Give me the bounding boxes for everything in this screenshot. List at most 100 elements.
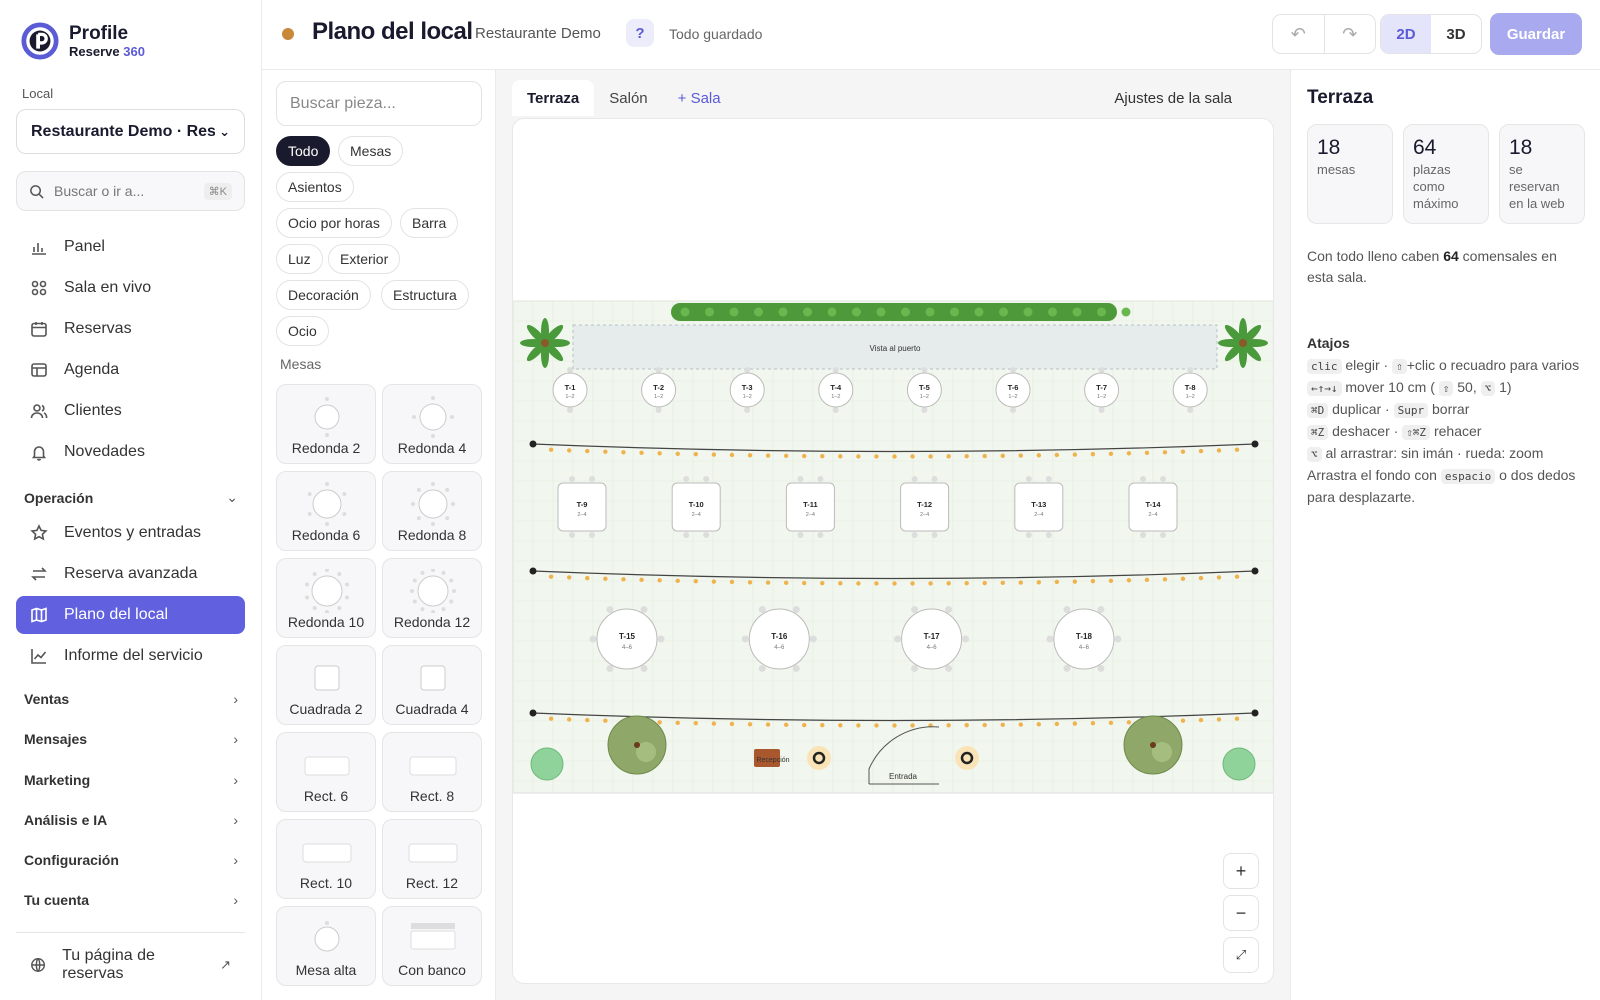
table-t-13[interactable]: T-13 2–4 xyxy=(1014,476,1064,538)
table-t-14[interactable]: T-14 2–4 xyxy=(1128,476,1178,538)
undo-button[interactable]: ↶ xyxy=(1273,15,1324,53)
view-3d-button[interactable]: 3D xyxy=(1431,15,1481,53)
light-bulb xyxy=(982,580,987,586)
piece-card[interactable]: Redonda 8 xyxy=(382,471,482,551)
chair xyxy=(1010,407,1016,413)
sidebar-group-analisis[interactable]: Análisis e IA › xyxy=(24,812,238,828)
page-subtitle: Restaurante Demo xyxy=(475,25,601,42)
sidebar-item-agenda[interactable]: Agenda xyxy=(16,351,245,389)
stat-card-web: 18 se reservan en la web xyxy=(1499,124,1585,224)
add-room-tab[interactable]: + Sala xyxy=(663,80,736,116)
table-t-12[interactable]: T-12 2–4 xyxy=(900,476,950,538)
piece-card[interactable]: Redonda 2 xyxy=(276,384,376,464)
stat-label: se reservan en la web xyxy=(1509,162,1565,211)
tab-salon[interactable]: Salón xyxy=(594,80,662,116)
floor-plan[interactable]: Vista al puerto T-1 1–2 T-2 1–2 T-3 1–2 T-4 1–2 T… xyxy=(513,119,1274,984)
grid-icon xyxy=(31,280,47,296)
sidebar-group-ventas[interactable]: Ventas › xyxy=(24,691,238,707)
brand[interactable]: Profile Reserve 360 xyxy=(21,22,145,60)
search-icon xyxy=(30,184,44,199)
piece-card[interactable]: Mesa alta xyxy=(276,906,376,986)
piece-card[interactable]: Redonda 10 xyxy=(276,558,376,638)
table-t-11[interactable]: T-11 2–4 xyxy=(785,476,835,538)
light-bulb xyxy=(946,723,951,728)
piece-card[interactable]: Rect. 6 xyxy=(276,732,376,812)
filter-chip[interactable]: Exterior xyxy=(328,244,401,274)
table-capacity: 1–2 xyxy=(743,394,752,400)
piece-card[interactable]: Rect. 10 xyxy=(276,819,376,899)
light-bulb xyxy=(1234,574,1240,579)
table-capacity: 1–2 xyxy=(1097,394,1106,400)
piece-card[interactable]: Redonda 12 xyxy=(382,558,482,638)
shortcut-text: deshacer · xyxy=(1332,423,1399,439)
filter-chip[interactable]: Asientos xyxy=(276,172,354,202)
piece-card[interactable]: Rect. 12 xyxy=(382,819,482,899)
light-bulb xyxy=(1072,721,1078,726)
local-select[interactable]: Restaurante Demo · Restaurante Demo ⌄ xyxy=(16,109,245,154)
table-t-10[interactable]: T-10 2–4 xyxy=(671,476,721,538)
sidebar-item-informe[interactable]: Informe del servicio xyxy=(16,637,245,675)
light-bulb xyxy=(820,723,825,728)
sidebar-item-eventos[interactable]: Eventos y entradas xyxy=(16,514,245,552)
chair xyxy=(1045,532,1052,538)
piece-search-input[interactable]: Buscar pieza... xyxy=(276,81,482,126)
light-bulb xyxy=(747,453,753,458)
sidebar-group-operacion[interactable]: Operación ⌄ xyxy=(24,489,238,506)
light-bulb xyxy=(1072,452,1078,457)
filter-chip[interactable]: Luz xyxy=(276,244,323,274)
filter-chip[interactable]: Decoración xyxy=(276,280,371,310)
chair xyxy=(589,532,595,538)
stat-label: plazas como máximo xyxy=(1413,162,1459,211)
help-button[interactable]: ? xyxy=(626,19,654,47)
sidebar-group-mensajes[interactable]: Mensajes › xyxy=(24,731,238,747)
table-id: T-10 xyxy=(689,500,704,509)
sidebar-item-reservas[interactable]: Reservas xyxy=(16,310,245,348)
sidebar-item-plano-del-local[interactable]: Plano del local xyxy=(16,596,245,634)
table-t-9[interactable]: T-9 2–4 xyxy=(557,476,607,538)
zoom-in-button[interactable]: + xyxy=(1223,853,1259,889)
piece-card[interactable]: Rect. 8 xyxy=(382,732,482,812)
light-bulb xyxy=(874,454,879,459)
piece-card[interactable]: Redonda 6 xyxy=(276,471,376,551)
filter-chip[interactable]: Estructura xyxy=(381,280,469,310)
filter-chip[interactable]: Mesas xyxy=(338,136,404,166)
zoom-out-button[interactable]: − xyxy=(1223,895,1259,931)
piece-palette: Buscar pieza... Todo Mesas Asientos Ocio… xyxy=(262,70,496,1000)
filter-chip[interactable]: Ocio por horas xyxy=(276,208,392,238)
sidebar-group-configuracion[interactable]: Configuración › xyxy=(24,852,238,868)
chevron-right-icon: › xyxy=(233,892,238,908)
piece-card[interactable]: Cuadrada 4 xyxy=(382,645,482,725)
light-bulb xyxy=(566,575,572,580)
sidebar-item-novedades[interactable]: Novedades xyxy=(16,433,245,471)
capacity-note-pre: Con todo lleno caben xyxy=(1307,248,1444,264)
floor-canvas[interactable]: Vista al puerto T-1 1–2 T-2 1–2 T-3 1–2 T-4 1–2 T… xyxy=(512,118,1274,984)
sidebar-item-clientes[interactable]: Clientes xyxy=(16,392,245,430)
chair xyxy=(911,606,919,614)
light-bulb xyxy=(765,580,771,585)
piece-card[interactable]: Redonda 4 xyxy=(382,384,482,464)
sidebar-item-panel[interactable]: Panel xyxy=(16,228,245,266)
fit-view-button[interactable]: ⤢ xyxy=(1223,937,1259,973)
sidebar-item-reserva-avanzada[interactable]: Reserva avanzada xyxy=(16,555,245,593)
redo-button[interactable]: ↷ xyxy=(1323,15,1376,53)
filter-chip[interactable]: Todo xyxy=(276,136,331,166)
booking-page-link[interactable]: Tu página de reservas ↗ xyxy=(16,946,245,984)
tab-terraza[interactable]: Terraza xyxy=(512,80,595,116)
filter-chip[interactable]: Barra xyxy=(400,208,459,238)
filter-chip[interactable]: Ocio xyxy=(276,316,329,346)
piece-card[interactable]: Con banco xyxy=(382,906,482,986)
light-bulb xyxy=(1000,580,1005,586)
sidebar-group-tu-cuenta[interactable]: Tu cuenta › xyxy=(24,892,238,908)
sidebar-group-marketing[interactable]: Marketing › xyxy=(24,772,238,788)
view-2d-button[interactable]: 2D xyxy=(1381,15,1431,53)
light-bulb xyxy=(964,723,969,728)
room-settings-link[interactable]: Ajustes de la sala xyxy=(1114,90,1232,107)
table-id: T-16 xyxy=(771,632,788,641)
light-bulb xyxy=(675,451,680,456)
piece-card[interactable]: Cuadrada 2 xyxy=(276,645,376,725)
brand-name: Profile xyxy=(69,22,129,44)
piece-label: Redonda 12 xyxy=(393,614,471,630)
sidebar-item-sala-en-vivo[interactable]: Sala en vivo xyxy=(16,269,245,307)
sidebar-search-input[interactable]: Buscar o ir a... ⌘K xyxy=(16,171,245,211)
save-button[interactable]: Guardar xyxy=(1490,13,1582,55)
